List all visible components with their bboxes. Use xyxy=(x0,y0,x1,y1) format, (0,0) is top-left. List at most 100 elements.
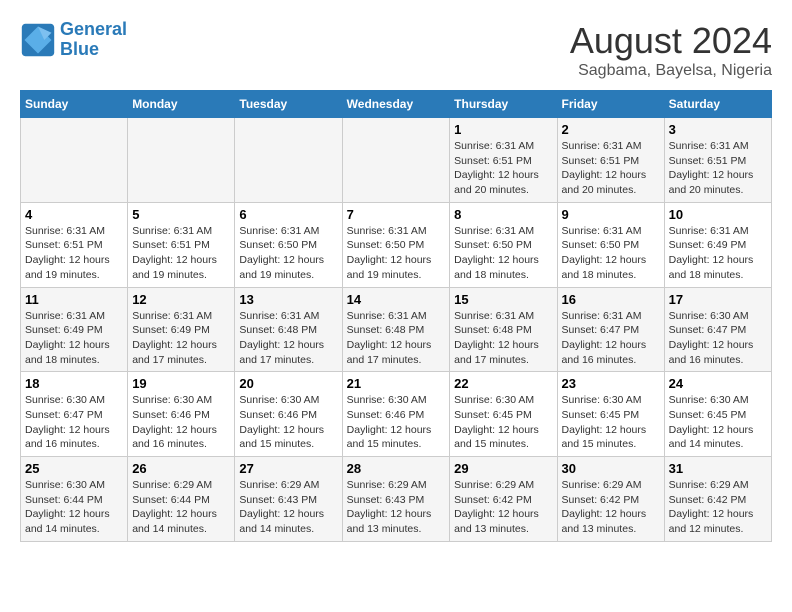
day-number: 14 xyxy=(347,292,446,307)
calendar-cell: 22 Sunrise: 6:30 AM Sunset: 6:45 PM Dayli… xyxy=(450,372,557,457)
calendar-cell: 13Sunrise: 6:31 AM Sunset: 6:48 PM Dayli… xyxy=(235,287,342,372)
calendar-cell: 18 Sunrise: 6:30 AM Sunset: 6:47 PM Dayli… xyxy=(21,372,128,457)
day-info: Sunrise: 6:30 AM Sunset: 6:45 PM Dayligh… xyxy=(669,393,767,452)
day-number: 4 xyxy=(25,207,123,222)
day-number: 15 xyxy=(454,292,552,307)
calendar-week-3: 11 Sunrise: 6:31 AM Sunset: 6:49 PM Dayli… xyxy=(21,287,772,372)
page-title: August 2024 xyxy=(570,20,772,62)
day-info: Sunrise: 6:31 AM Sunset: 6:51 PM Dayligh… xyxy=(562,139,660,198)
calendar-cell: 14 Sunrise: 6:31 AM Sunset: 6:48 PM Dayli… xyxy=(342,287,450,372)
calendar-cell: 28Sunrise: 6:29 AM Sunset: 6:43 PM Dayli… xyxy=(342,457,450,542)
day-info: Sunrise: 6:31 AM Sunset: 6:50 PM Dayligh… xyxy=(239,224,337,283)
day-info: Sunrise: 6:31 AM Sunset: 6:49 PM Dayligh… xyxy=(132,309,230,368)
day-number: 5 xyxy=(132,207,230,222)
logo-line1: General xyxy=(60,19,127,39)
day-info: Sunrise: 6:29 AM Sunset: 6:43 PM Dayligh… xyxy=(239,478,337,537)
calendar-cell: 24 Sunrise: 6:30 AM Sunset: 6:45 PM Dayli… xyxy=(664,372,771,457)
day-info: Sunrise: 6:30 AM Sunset: 6:44 PM Dayligh… xyxy=(25,478,123,537)
day-number: 16 xyxy=(562,292,660,307)
header-monday: Monday xyxy=(128,91,235,118)
day-info: Sunrise: 6:31 AM Sunset: 6:47 PM Dayligh… xyxy=(562,309,660,368)
calendar-cell: 9Sunrise: 6:31 AM Sunset: 6:50 PM Daylig… xyxy=(557,202,664,287)
calendar-cell: 5 Sunrise: 6:31 AM Sunset: 6:51 PM Daylig… xyxy=(128,202,235,287)
day-number: 7 xyxy=(347,207,446,222)
day-info: Sunrise: 6:31 AM Sunset: 6:48 PM Dayligh… xyxy=(454,309,552,368)
day-number: 23 xyxy=(562,376,660,391)
day-number: 6 xyxy=(239,207,337,222)
logo-text: General Blue xyxy=(60,20,127,60)
calendar-cell: 11 Sunrise: 6:31 AM Sunset: 6:49 PM Dayli… xyxy=(21,287,128,372)
day-number: 18 xyxy=(25,376,123,391)
header-tuesday: Tuesday xyxy=(235,91,342,118)
day-info: Sunrise: 6:30 AM Sunset: 6:45 PM Dayligh… xyxy=(454,393,552,452)
calendar-cell: 7Sunrise: 6:31 AM Sunset: 6:50 PM Daylig… xyxy=(342,202,450,287)
day-info: Sunrise: 6:31 AM Sunset: 6:49 PM Dayligh… xyxy=(669,224,767,283)
day-info: Sunrise: 6:30 AM Sunset: 6:46 PM Dayligh… xyxy=(347,393,446,452)
day-number: 3 xyxy=(669,122,767,137)
calendar-cell: 30 Sunrise: 6:29 AM Sunset: 6:42 PM Dayli… xyxy=(557,457,664,542)
header-saturday: Saturday xyxy=(664,91,771,118)
day-info: Sunrise: 6:29 AM Sunset: 6:42 PM Dayligh… xyxy=(562,478,660,537)
day-info: Sunrise: 6:31 AM Sunset: 6:51 PM Dayligh… xyxy=(25,224,123,283)
header-sunday: Sunday xyxy=(21,91,128,118)
calendar-week-2: 4 Sunrise: 6:31 AM Sunset: 6:51 PM Daylig… xyxy=(21,202,772,287)
day-number: 19 xyxy=(132,376,230,391)
calendar-cell xyxy=(342,118,450,203)
day-info: Sunrise: 6:31 AM Sunset: 6:49 PM Dayligh… xyxy=(25,309,123,368)
calendar-header-row: SundayMondayTuesdayWednesdayThursdayFrid… xyxy=(21,91,772,118)
calendar-cell: 23Sunrise: 6:30 AM Sunset: 6:45 PM Dayli… xyxy=(557,372,664,457)
calendar-cell: 19 Sunrise: 6:30 AM Sunset: 6:46 PM Dayli… xyxy=(128,372,235,457)
calendar-cell: 6 Sunrise: 6:31 AM Sunset: 6:50 PM Daylig… xyxy=(235,202,342,287)
logo-icon xyxy=(20,22,56,58)
day-number: 24 xyxy=(669,376,767,391)
calendar-cell: 2 Sunrise: 6:31 AM Sunset: 6:51 PM Daylig… xyxy=(557,118,664,203)
day-number: 21 xyxy=(347,376,446,391)
day-number: 22 xyxy=(454,376,552,391)
calendar-cell: 12 Sunrise: 6:31 AM Sunset: 6:49 PM Dayli… xyxy=(128,287,235,372)
day-info: Sunrise: 6:30 AM Sunset: 6:46 PM Dayligh… xyxy=(239,393,337,452)
calendar-cell: 21 Sunrise: 6:30 AM Sunset: 6:46 PM Dayli… xyxy=(342,372,450,457)
calendar-cell: 16 Sunrise: 6:31 AM Sunset: 6:47 PM Dayli… xyxy=(557,287,664,372)
day-info: Sunrise: 6:31 AM Sunset: 6:48 PM Dayligh… xyxy=(347,309,446,368)
calendar-cell: 26 Sunrise: 6:29 AM Sunset: 6:44 PM Dayli… xyxy=(128,457,235,542)
day-number: 29 xyxy=(454,461,552,476)
day-info: Sunrise: 6:31 AM Sunset: 6:50 PM Dayligh… xyxy=(454,224,552,283)
calendar-week-4: 18 Sunrise: 6:30 AM Sunset: 6:47 PM Dayli… xyxy=(21,372,772,457)
calendar-cell xyxy=(235,118,342,203)
header-thursday: Thursday xyxy=(450,91,557,118)
calendar-cell xyxy=(128,118,235,203)
calendar-week-1: 1 Sunrise: 6:31 AM Sunset: 6:51 PM Daylig… xyxy=(21,118,772,203)
calendar-cell: 20 Sunrise: 6:30 AM Sunset: 6:46 PM Dayli… xyxy=(235,372,342,457)
day-info: Sunrise: 6:30 AM Sunset: 6:47 PM Dayligh… xyxy=(669,309,767,368)
page-header: General Blue August 2024 Sagbama, Bayels… xyxy=(20,20,772,80)
day-info: Sunrise: 6:30 AM Sunset: 6:47 PM Dayligh… xyxy=(25,393,123,452)
day-info: Sunrise: 6:31 AM Sunset: 6:51 PM Dayligh… xyxy=(669,139,767,198)
day-number: 20 xyxy=(239,376,337,391)
day-info: Sunrise: 6:29 AM Sunset: 6:42 PM Dayligh… xyxy=(669,478,767,537)
day-number: 17 xyxy=(669,292,767,307)
day-number: 30 xyxy=(562,461,660,476)
day-info: Sunrise: 6:31 AM Sunset: 6:51 PM Dayligh… xyxy=(454,139,552,198)
day-number: 27 xyxy=(239,461,337,476)
day-number: 26 xyxy=(132,461,230,476)
day-number: 2 xyxy=(562,122,660,137)
day-number: 10 xyxy=(669,207,767,222)
calendar-cell: 27 Sunrise: 6:29 AM Sunset: 6:43 PM Dayli… xyxy=(235,457,342,542)
day-number: 1 xyxy=(454,122,552,137)
day-number: 25 xyxy=(25,461,123,476)
day-info: Sunrise: 6:29 AM Sunset: 6:42 PM Dayligh… xyxy=(454,478,552,537)
day-number: 11 xyxy=(25,292,123,307)
day-info: Sunrise: 6:29 AM Sunset: 6:44 PM Dayligh… xyxy=(132,478,230,537)
calendar-cell: 4 Sunrise: 6:31 AM Sunset: 6:51 PM Daylig… xyxy=(21,202,128,287)
page-subtitle: Sagbama, Bayelsa, Nigeria xyxy=(570,62,772,80)
calendar-week-5: 25 Sunrise: 6:30 AM Sunset: 6:44 PM Dayli… xyxy=(21,457,772,542)
logo-line2: Blue xyxy=(60,39,99,59)
calendar-table: SundayMondayTuesdayWednesdayThursdayFrid… xyxy=(20,90,772,542)
day-info: Sunrise: 6:30 AM Sunset: 6:46 PM Dayligh… xyxy=(132,393,230,452)
calendar-cell: 31Sunrise: 6:29 AM Sunset: 6:42 PM Dayli… xyxy=(664,457,771,542)
day-info: Sunrise: 6:31 AM Sunset: 6:51 PM Dayligh… xyxy=(132,224,230,283)
calendar-cell: 10 Sunrise: 6:31 AM Sunset: 6:49 PM Dayli… xyxy=(664,202,771,287)
day-number: 12 xyxy=(132,292,230,307)
calendar-cell: 1 Sunrise: 6:31 AM Sunset: 6:51 PM Daylig… xyxy=(450,118,557,203)
day-number: 28 xyxy=(347,461,446,476)
